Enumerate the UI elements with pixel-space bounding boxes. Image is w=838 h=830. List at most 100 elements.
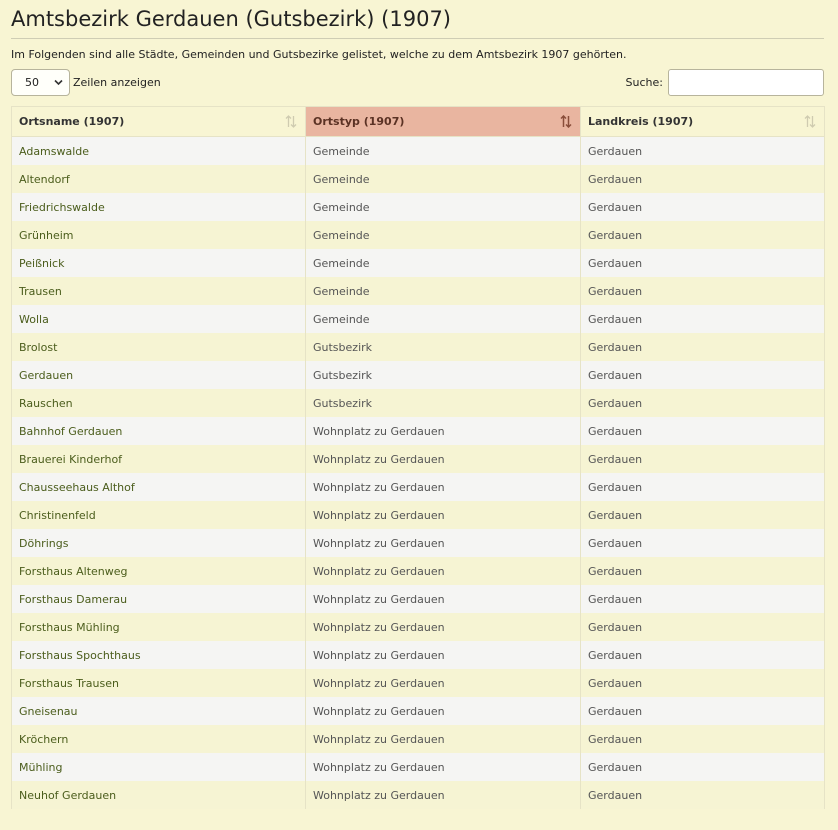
cell-ortsname[interactable]: Altendorf (11, 165, 306, 193)
cell-ortsname[interactable]: Grünheim (11, 221, 306, 249)
table-row: Döhrings Wohnplatz zu Gerdauen Gerdauen (11, 529, 825, 557)
table-row: Rauschen Gutsbezirk Gerdauen (11, 389, 825, 417)
cell-landkreis: Gerdauen (580, 473, 825, 501)
table-row: Forsthaus Damerau Wohnplatz zu Gerdauen Ge… (11, 585, 825, 613)
column-header-landkreis[interactable]: Landkreis (1907) (580, 106, 825, 137)
cell-ortsname[interactable]: Christinenfeld (11, 501, 306, 529)
cell-ortsname[interactable]: Trausen (11, 277, 306, 305)
cell-landkreis: Gerdauen (580, 277, 825, 305)
cell-ortsname[interactable]: Forsthaus Trausen (11, 669, 306, 697)
cell-ortsname[interactable]: Forsthaus Altenweg (11, 557, 306, 585)
cell-landkreis: Gerdauen (580, 697, 825, 725)
places-table: Ortsname (1907) Ortstyp (1907) Landkreis… (11, 106, 825, 809)
cell-landkreis: Gerdauen (580, 641, 825, 669)
cell-ortsname[interactable]: Chausseehaus Althof (11, 473, 306, 501)
cell-ortstyp: Wohnplatz zu Gerdauen (305, 445, 581, 473)
table-row: Bahnhof Gerdauen Wohnplatz zu Gerdauen Ger… (11, 417, 825, 445)
cell-ortstyp: Gutsbezirk (305, 333, 581, 361)
cell-ortsname[interactable]: Rauschen (11, 389, 306, 417)
table-row: Mühling Wohnplatz zu Gerdauen Gerdauen (11, 753, 825, 781)
cell-ortstyp: Gutsbezirk (305, 361, 581, 389)
table-row: Peißnick Gemeinde Gerdauen (11, 249, 825, 277)
cell-ortsname[interactable]: Bahnhof Gerdauen (11, 417, 306, 445)
cell-ortstyp: Wohnplatz zu Gerdauen (305, 613, 581, 641)
cell-ortstyp: Wohnplatz zu Gerdauen (305, 725, 581, 753)
cell-ortstyp: Wohnplatz zu Gerdauen (305, 473, 581, 501)
cell-ortstyp: Gemeinde (305, 249, 581, 277)
cell-ortsname[interactable]: Peißnick (11, 249, 306, 277)
cell-landkreis: Gerdauen (580, 136, 825, 165)
cell-ortstyp: Wohnplatz zu Gerdauen (305, 669, 581, 697)
cell-landkreis: Gerdauen (580, 193, 825, 221)
cell-ortstyp: Gemeinde (305, 277, 581, 305)
table-body: Adamswalde Gemeinde Gerdauen Altendorf Gemei… (11, 136, 825, 809)
cell-landkreis: Gerdauen (580, 333, 825, 361)
column-header-label: Ortsname (1907) (19, 115, 125, 128)
cell-ortstyp: Wohnplatz zu Gerdauen (305, 417, 581, 445)
cell-landkreis: Gerdauen (580, 669, 825, 697)
cell-ortsname[interactable]: Wolla (11, 305, 306, 333)
cell-ortsname[interactable]: Forsthaus Spochthaus (11, 641, 306, 669)
cell-ortsname[interactable]: Döhrings (11, 529, 306, 557)
table-row: Altendorf Gemeinde Gerdauen (11, 165, 825, 193)
cell-ortsname[interactable]: Mühling (11, 753, 306, 781)
cell-landkreis: Gerdauen (580, 557, 825, 585)
cell-ortstyp: Wohnplatz zu Gerdauen (305, 697, 581, 725)
rows-per-page-select[interactable]: 50 (11, 69, 70, 96)
cell-ortsname[interactable]: Gneisenau (11, 697, 306, 725)
table-row: Forsthaus Altenweg Wohnplatz zu Gerdauen G… (11, 557, 825, 585)
cell-ortsname[interactable]: Friedrichswalde (11, 193, 306, 221)
rows-per-page-label: Zeilen anzeigen (73, 76, 161, 89)
table-row: Neuhof Gerdauen Wohnplatz zu Gerdauen Gerd… (11, 781, 825, 809)
cell-ortstyp: Wohnplatz zu Gerdauen (305, 781, 581, 809)
cell-landkreis: Gerdauen (580, 725, 825, 753)
cell-ortsname[interactable]: Forsthaus Damerau (11, 585, 306, 613)
rows-per-page-value: 50 (25, 76, 39, 89)
table-row: Gerdauen Gutsbezirk Gerdauen (11, 361, 825, 389)
column-header-ortstyp[interactable]: Ortstyp (1907) (305, 106, 581, 137)
table-row: Chausseehaus Althof Wohnplatz zu Gerdauen… (11, 473, 825, 501)
table-row: Wolla Gemeinde Gerdauen (11, 305, 825, 333)
cell-ortstyp: Gutsbezirk (305, 389, 581, 417)
cell-ortstyp: Wohnplatz zu Gerdauen (305, 585, 581, 613)
cell-ortsname[interactable]: Forsthaus Mühling (11, 613, 306, 641)
chevron-down-icon (54, 79, 63, 86)
cell-landkreis: Gerdauen (580, 501, 825, 529)
cell-ortsname[interactable]: Adamswalde (11, 136, 306, 165)
table-header-row: Ortsname (1907) Ortstyp (1907) Landkreis… (11, 106, 825, 137)
table-row: Adamswalde Gemeinde Gerdauen (11, 136, 825, 165)
cell-ortstyp: Gemeinde (305, 305, 581, 333)
cell-ortsname[interactable]: Gerdauen (11, 361, 306, 389)
table-row: Christinenfeld Wohnplatz zu Gerdauen Gerda… (11, 501, 825, 529)
sort-ascending-icon (560, 115, 572, 128)
table-row: Forsthaus Mühling Wohnplatz zu Gerdauen Ge… (11, 613, 825, 641)
table-controls: 50 Zeilen anzeigen Suche: (11, 69, 824, 106)
cell-ortsname[interactable]: Brauerei Kinderhof (11, 445, 306, 473)
cell-landkreis: Gerdauen (580, 529, 825, 557)
cell-ortstyp: Gemeinde (305, 165, 581, 193)
cell-ortsname[interactable]: Kröchern (11, 725, 306, 753)
cell-landkreis: Gerdauen (580, 389, 825, 417)
table-row: Brauerei Kinderhof Wohnplatz zu Gerdauen G… (11, 445, 825, 473)
page: Amtsbezirk Gerdauen (Gutsbezirk) (1907) … (11, 0, 825, 809)
cell-landkreis: Gerdauen (580, 165, 825, 193)
cell-ortsname[interactable]: Neuhof Gerdauen (11, 781, 306, 809)
search-input[interactable] (668, 69, 824, 96)
cell-landkreis: Gerdauen (580, 445, 825, 473)
column-header-label: Ortstyp (1907) (313, 115, 405, 128)
sort-icon (804, 115, 816, 128)
column-header-ortsname[interactable]: Ortsname (1907) (11, 106, 306, 137)
cell-ortstyp: Gemeinde (305, 221, 581, 249)
table-row: Brolost Gutsbezirk Gerdauen (11, 333, 825, 361)
cell-ortstyp: Gemeinde (305, 136, 581, 165)
column-header-label: Landkreis (1907) (588, 115, 694, 128)
table-row: Grünheim Gemeinde Gerdauen (11, 221, 825, 249)
cell-ortstyp: Wohnplatz zu Gerdauen (305, 753, 581, 781)
cell-ortsname[interactable]: Brolost (11, 333, 306, 361)
cell-landkreis: Gerdauen (580, 613, 825, 641)
page-title: Amtsbezirk Gerdauen (Gutsbezirk) (1907) (11, 7, 451, 31)
cell-ortstyp: Gemeinde (305, 193, 581, 221)
cell-landkreis: Gerdauen (580, 585, 825, 613)
cell-landkreis: Gerdauen (580, 361, 825, 389)
sort-icon (285, 115, 297, 128)
